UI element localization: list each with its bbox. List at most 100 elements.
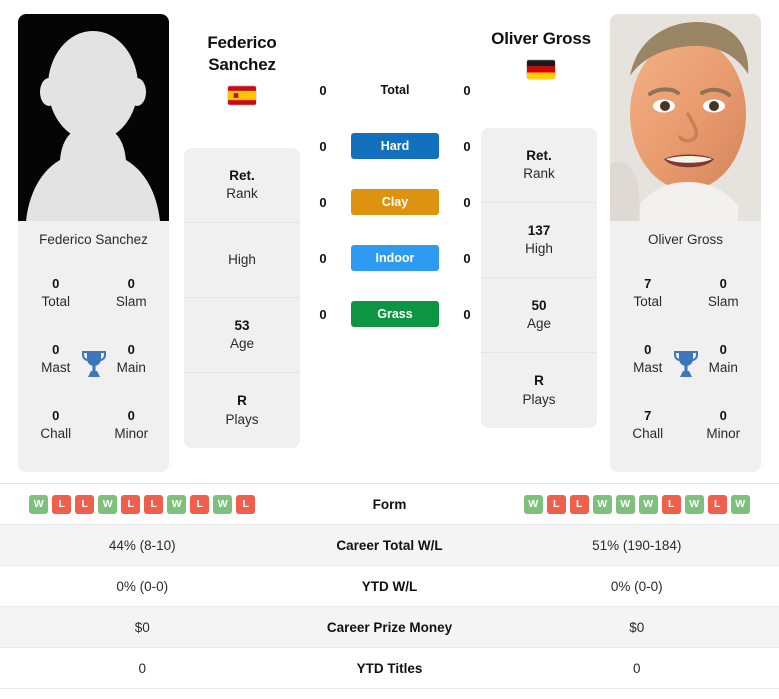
surface-clay-left-value: 0 (319, 194, 327, 210)
surface-row-total: 0 Total 0 (310, 62, 480, 118)
player-name-left: Federico Sanchez (162, 32, 322, 76)
surface-grass-left-value: 0 (319, 306, 327, 322)
player-name-block-right: Oliver Gross (461, 28, 621, 79)
player-info-panel-right: Ret. Rank 137 High 50 Age R Plays (481, 128, 597, 428)
form-badge-win: W (615, 494, 635, 514)
form-badge-loss: L (144, 494, 164, 514)
info-rank-label-right: Rank (523, 166, 555, 181)
titles-chall-label: Chall (40, 425, 72, 441)
player-name-right: Oliver Gross (461, 28, 621, 50)
table-row-ytd-wl: 0% (0-0) YTD W/L 0% (0-0) (0, 566, 779, 607)
titles-minor-value: 0 (719, 408, 727, 424)
career-prize-money-left: $0 (134, 619, 150, 635)
titles-minor-label: Minor (114, 425, 149, 441)
info-plays-label-right: Plays (522, 391, 556, 407)
surface-hard-left-value: 0 (319, 138, 327, 154)
comparison-header-area: Federico Sanchez 0 Total 0 Slam 0 Mast 0… (0, 0, 779, 480)
player-card-left[interactable]: Federico Sanchez 0 Total 0 Slam 0 Mast 0… (18, 14, 169, 472)
stat-label-ytd-titles: YTD Titles (356, 660, 423, 676)
table-row-form: WLLWLLWLWL Form WLLWWWLWLW (0, 484, 779, 525)
career-prize-money-right: $0 (629, 619, 645, 635)
player-photo-left (18, 14, 169, 221)
form-badge-win: W (638, 494, 658, 514)
info-row-age-left: 53 Age (184, 298, 300, 373)
titles-total-value: 7 (644, 276, 652, 292)
player-name-block-left: Federico Sanchez (162, 32, 322, 105)
info-age-label-left: Age (229, 336, 255, 351)
table-row-ytd-titles: 0 YTD Titles 0 (0, 648, 779, 689)
form-left: WLLWLLWLWL (0, 494, 285, 514)
ytd-wl-left: 0% (0-0) (116, 578, 169, 594)
info-high-value-right: 137 (527, 222, 551, 238)
player-name-left-line2: Sanchez (208, 54, 276, 74)
form-badge-loss: L (190, 494, 210, 514)
surface-clay-right-value: 0 (463, 194, 471, 210)
titles-slam-left: 0 Slam (94, 275, 170, 311)
form-badge-win: W (98, 494, 118, 514)
form-badge-win: W (167, 494, 187, 514)
titles-chall-left: 0 Chall (18, 407, 94, 443)
ytd-wl-right: 0% (0-0) (610, 578, 663, 594)
titles-minor-value: 0 (127, 408, 135, 424)
titles-slam-right: 0 Slam (686, 275, 762, 311)
form-strip-right: WLLWWWLWLW (501, 494, 774, 514)
titles-grid-right: 7 Total 0 Slam 0 Mast 0 Main 7 Chall 0 M… (610, 256, 761, 472)
info-row-high-left: High (184, 223, 300, 298)
form-right: WLLWWWLWLW (495, 494, 779, 514)
info-plays-label-left: Plays (225, 411, 259, 427)
titles-slam-label: Slam (115, 293, 147, 309)
trophy-icon (81, 349, 107, 379)
surface-total-right-value: 0 (463, 82, 471, 98)
info-rank-label-left: Rank (226, 186, 258, 201)
form-badge-win: W (523, 494, 543, 514)
surface-label-hard[interactable]: Hard (351, 133, 439, 159)
surface-label-indoor[interactable]: Indoor (351, 245, 439, 271)
titles-chall-value: 0 (52, 408, 60, 424)
titles-slam-value: 0 (719, 276, 727, 292)
info-high-label-left: High (228, 251, 256, 267)
info-row-rank-right: Ret. Rank (481, 128, 597, 203)
table-row-career-total-wl: 44% (8-10) Career Total W/L 51% (190-184… (0, 525, 779, 566)
stats-comparison-table: WLLWLLWLWL Form WLLWWWLWLW 44% (8-10) Ca… (0, 483, 779, 689)
player-name-left-line1: Federico (207, 33, 277, 52)
surface-grass-right-value: 0 (463, 306, 471, 322)
info-age-value-right: 50 (531, 297, 547, 313)
form-badge-win: W (592, 494, 612, 514)
player-card-right[interactable]: Oliver Gross 7 Total 0 Slam 0 Mast 0 Mai… (610, 14, 761, 472)
player-comparison-page: Federico Sanchez 0 Total 0 Slam 0 Mast 0… (0, 0, 779, 699)
info-row-age-right: 50 Age (481, 278, 597, 353)
info-rank-value-left: Ret. (229, 167, 255, 183)
player-photo-name-left: Federico Sanchez (18, 221, 169, 256)
surface-row-hard: 0 Hard 0 (310, 118, 480, 174)
surface-comparison-stack: 0 Total 0 0 Hard 0 0 Clay 0 0 Indoor 0 0… (310, 62, 480, 342)
surface-label-grass[interactable]: Grass (351, 301, 439, 327)
player-info-panel-left: Ret. Rank High 53 Age R Plays (184, 148, 300, 448)
form-strip-left: WLLWLLWLWL (6, 494, 279, 514)
titles-chall-value: 7 (644, 408, 652, 424)
surface-total-left-value: 0 (319, 82, 327, 98)
titles-grid-left: 0 Total 0 Slam 0 Mast 0 Main 0 Chall 0 M… (18, 256, 169, 472)
table-row-career-prize-money: $0 Career Prize Money $0 (0, 607, 779, 648)
titles-minor-right: 0 Minor (686, 407, 762, 443)
surface-indoor-left-value: 0 (319, 250, 327, 266)
titles-total-label: Total (633, 293, 663, 309)
titles-slam-value: 0 (127, 276, 135, 292)
form-badge-loss: L (121, 494, 141, 514)
form-badge-win: W (684, 494, 704, 514)
titles-row: 7 Total 0 Slam (610, 260, 761, 326)
titles-minor-left: 0 Minor (94, 407, 170, 443)
titles-minor-label: Minor (706, 425, 741, 441)
surface-row-grass: 0 Grass 0 (310, 286, 480, 342)
info-age-value-left: 53 (234, 317, 250, 333)
form-badge-loss: L (661, 494, 681, 514)
trophy-icon (673, 349, 699, 379)
surface-row-indoor: 0 Indoor 0 (310, 230, 480, 286)
surface-label-clay[interactable]: Clay (351, 189, 439, 215)
form-badge-win: W (730, 494, 750, 514)
surface-hard-right-value: 0 (463, 138, 471, 154)
info-rank-value-right: Ret. (526, 147, 552, 163)
info-plays-value-right: R (534, 373, 544, 389)
info-row-plays-left: R Plays (184, 373, 300, 448)
titles-row: 7 Chall 0 Minor (610, 392, 761, 458)
titles-chall-label: Chall (632, 425, 664, 441)
